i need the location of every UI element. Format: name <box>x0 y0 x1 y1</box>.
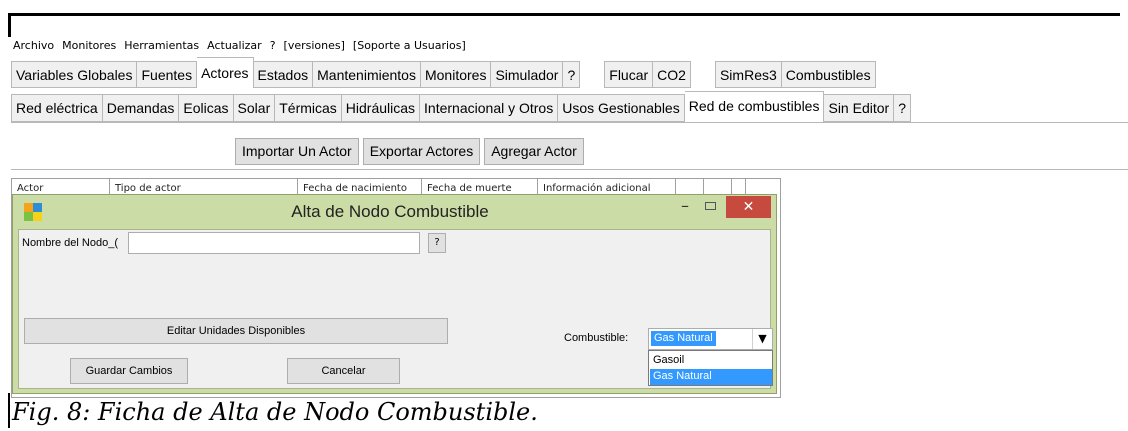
menu-soporte[interactable]: [Soporte a Usuarios] <box>349 37 470 55</box>
minimize-button[interactable]: – <box>672 198 698 220</box>
menu-help[interactable]: ? <box>266 37 280 55</box>
tab-monitores[interactable]: Monitores <box>420 61 492 88</box>
cancel-button[interactable]: Cancelar <box>287 358 400 384</box>
save-changes-button[interactable]: Guardar Cambios <box>70 358 188 384</box>
tab-red-electrica[interactable]: Red eléctrica <box>11 94 103 122</box>
tab-sin-editor[interactable]: Sin Editor <box>824 94 895 122</box>
tab-variables-globales[interactable]: Variables Globales <box>11 61 138 88</box>
tab-red-combustibles[interactable]: Red de combustibles <box>684 91 825 122</box>
fuel-select-value[interactable]: Gas Natural <box>651 331 716 346</box>
node-name-label: Nombre del Nodo_( <box>22 237 118 249</box>
maximize-button[interactable] <box>697 199 723 219</box>
tab-simres3[interactable]: SimRes3 <box>714 61 782 88</box>
main-tab-strip: Variables Globales Fuentes Actores Estad… <box>11 57 876 88</box>
menu-herramientas[interactable]: Herramientas <box>120 37 203 55</box>
tab-demandas[interactable]: Demandas <box>102 94 180 122</box>
figure-top-border <box>8 13 1120 16</box>
app-icon <box>24 203 42 221</box>
tab-co2[interactable]: CO2 <box>653 61 691 88</box>
grid-col-extra-3[interactable] <box>732 179 746 194</box>
tab-internacional[interactable]: Internacional y Otros <box>420 94 559 122</box>
tab-combustibles[interactable]: Combustibles <box>781 61 876 88</box>
grid-col-extra-2[interactable] <box>704 179 732 194</box>
menu-actualizar[interactable]: Actualizar <box>203 37 266 55</box>
tab-actores[interactable]: Actores <box>197 57 254 88</box>
menu-monitores[interactable]: Monitores <box>58 37 120 55</box>
help-button[interactable]: ? <box>428 233 446 253</box>
actors-grid-header: Actor Tipo de actor Fecha de nacimiento … <box>12 179 746 194</box>
grid-col-actor[interactable]: Actor <box>12 179 110 194</box>
tab-sub-help[interactable]: ? <box>894 94 911 122</box>
tab-termicas[interactable]: Térmicas <box>275 94 342 122</box>
tab-simulador[interactable]: Simulador <box>491 61 564 88</box>
caption-cursor-line <box>8 393 10 428</box>
grid-col-tipo[interactable]: Tipo de actor <box>110 179 298 194</box>
tab-flucar[interactable]: Flucar <box>604 61 654 88</box>
tab-hidraulicas[interactable]: Hidráulicas <box>341 94 421 122</box>
fuel-option-gasoil[interactable]: Gasoil <box>650 353 772 369</box>
dialog-title: Alta de Nodo Combustible <box>291 202 489 221</box>
maximize-icon <box>704 202 716 210</box>
menu-bar: Archivo Monitores Herramientas Actualiza… <box>11 33 470 58</box>
tab-eolicas[interactable]: Eolicas <box>179 94 234 122</box>
node-name-input[interactable] <box>128 232 420 254</box>
figure-caption: Fig. 8: Ficha de Alta de Nodo Combustibl… <box>12 398 538 426</box>
fuel-dropdown-list: Gasoil Gas Natural <box>648 350 773 386</box>
menu-archivo[interactable]: Archivo <box>11 37 58 55</box>
export-actors-button[interactable]: Exportar Actores <box>362 138 481 165</box>
tab-help[interactable]: ? <box>563 61 581 88</box>
chevron-down-icon[interactable]: ▼ <box>752 329 772 349</box>
import-actor-button[interactable]: Importar Un Actor <box>235 138 359 165</box>
menu-versiones[interactable]: [versiones] <box>280 37 349 55</box>
grid-col-extra-1[interactable] <box>676 179 704 194</box>
tab-solar[interactable]: Solar <box>233 94 276 122</box>
tab-fuentes[interactable]: Fuentes <box>137 61 198 88</box>
add-actor-button[interactable]: Agregar Actor <box>484 138 584 165</box>
grid-col-nacimiento[interactable]: Fecha de nacimiento <box>298 179 422 194</box>
sub-tab-strip: Red eléctrica Demandas Eolicas Solar Tér… <box>11 91 911 122</box>
actors-toolbar: Importar Un Actor Exportar Actores Agreg… <box>235 138 584 165</box>
tab-mantenimientos[interactable]: Mantenimientos <box>313 61 421 88</box>
tab-usos-gestionables[interactable]: Usos Gestionables <box>558 94 685 122</box>
tab-estados[interactable]: Estados <box>253 61 314 88</box>
grid-col-info[interactable]: Información adicional <box>538 179 676 194</box>
fuel-label: Combustible: <box>564 332 629 344</box>
grid-col-muerte[interactable]: Fecha de muerte <box>422 179 538 194</box>
close-button[interactable]: ✕ <box>726 196 771 218</box>
fuel-option-gas-natural[interactable]: Gas Natural <box>650 369 772 385</box>
edit-available-units-button[interactable]: Editar Unidades Disponibles <box>24 318 448 344</box>
